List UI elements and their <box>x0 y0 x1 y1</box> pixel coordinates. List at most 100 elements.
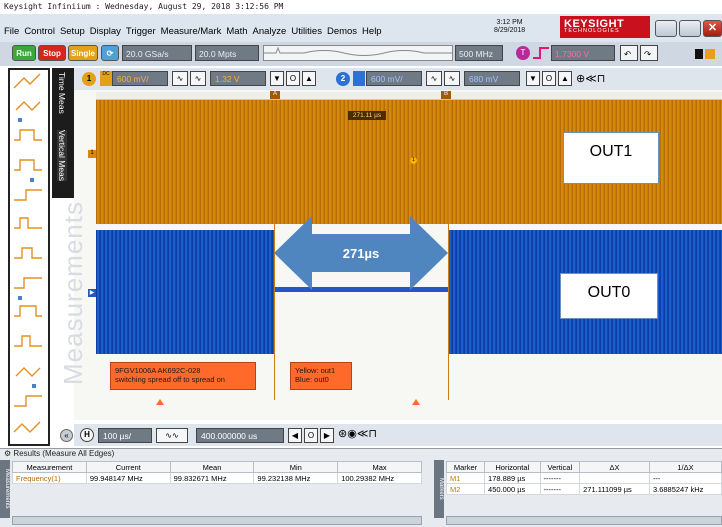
horizontal-zero-icon[interactable]: O <box>304 428 318 443</box>
out1-label: OUT1 <box>563 132 659 184</box>
column-header[interactable]: ΔX <box>579 461 650 473</box>
menu-item-file[interactable]: File <box>4 26 19 37</box>
trigger-icon[interactable]: T <box>516 46 530 60</box>
horizontal-position[interactable]: 400.000000 us <box>196 428 284 443</box>
channel1-offset[interactable]: 1.32 V <box>210 71 266 86</box>
measurement-icons[interactable] <box>10 70 48 444</box>
single-button[interactable]: Single <box>68 45 98 61</box>
channel1-zero-icon[interactable]: O <box>286 71 300 86</box>
autoscale-icon[interactable]: ⟳ <box>101 45 119 61</box>
channel1-scale[interactable]: 600 mV/ <box>112 71 168 86</box>
channel2-scale[interactable]: 600 mV/ <box>366 71 422 86</box>
table-cell <box>579 472 650 484</box>
results-title-text: Results (Measure All Edges) <box>13 449 115 458</box>
tab-vertical-meas[interactable]: Vertical Meas <box>57 130 67 182</box>
channel1-icon[interactable]: 1 <box>82 72 96 86</box>
channel2-zero-icon[interactable]: O <box>542 71 556 86</box>
channel2-icon[interactable]: 2 <box>336 72 350 86</box>
column-header[interactable]: Min <box>253 461 339 473</box>
column-header[interactable]: Horizontal <box>484 461 541 473</box>
channel2-coupling-icon[interactable] <box>353 71 365 86</box>
horizontal-left-icon[interactable]: ◀ <box>288 428 302 443</box>
channel1-coupling-icon[interactable]: DC <box>100 71 112 86</box>
markers-side-tab[interactable]: Markers <box>434 460 444 518</box>
annotation-line: switching spread off to spread on <box>115 375 225 384</box>
trigger-position-marker[interactable] <box>156 399 164 405</box>
tab-time-meas[interactable]: Time Meas <box>57 72 67 114</box>
run-button[interactable]: Run <box>12 45 36 61</box>
column-header[interactable]: Marker <box>445 461 486 473</box>
column-header[interactable]: Vertical <box>539 461 581 473</box>
column-header[interactable]: Current <box>85 461 171 473</box>
channel2-offset[interactable]: 680 mV <box>464 71 520 86</box>
table-row[interactable]: M2 450.000 µs ------- 271.111099 µs 3.688524… <box>445 483 722 495</box>
delta-arrow-label: 271µs <box>342 246 380 261</box>
collapse-icon[interactable]: « <box>60 429 73 442</box>
memory-depth-field[interactable]: 20.0 Mpts <box>195 45 259 61</box>
menu-item-math[interactable]: Math <box>226 26 247 37</box>
menu-item-analyze[interactable]: Analyze <box>253 26 287 37</box>
table-cell: M1 <box>445 472 486 484</box>
markers-scrollbar[interactable] <box>446 516 722 525</box>
horizontal-wave-icon[interactable]: ∿∿ <box>156 428 188 443</box>
trigger-level-field[interactable]: 1.7300 V <box>551 45 615 61</box>
menu-item-control[interactable]: Control <box>24 26 55 37</box>
bandwidth-field[interactable]: 500 MHz <box>455 45 503 61</box>
menu-item-trigger[interactable]: Trigger <box>126 26 156 37</box>
channel1-up-icon[interactable]: ▲ <box>302 71 316 86</box>
zoom-controls-icon[interactable]: ⊛◉≪⊓ <box>338 427 377 440</box>
reference-position-marker[interactable] <box>412 399 420 405</box>
channel2-wave-icon[interactable]: ∿ <box>426 71 442 86</box>
channel1-wave2-icon[interactable]: ∿ <box>190 71 206 86</box>
annotation-line: Yellow: out1 <box>295 366 336 375</box>
marker-b-flag[interactable]: B <box>441 91 451 99</box>
toolbar-overflow-icon[interactable] <box>694 46 718 62</box>
marker-a-flag[interactable]: A <box>270 91 280 99</box>
column-header[interactable]: Mean <box>169 461 255 473</box>
table-cell: ------- <box>539 483 581 495</box>
menu-item-utilities[interactable]: Utilities <box>291 26 322 37</box>
channel2-down-icon[interactable]: ▼ <box>526 71 540 86</box>
table-cell: 99.232138 MHz <box>253 472 339 484</box>
keysight-logo: KEYSIGHT TECHNOLOGIES <box>560 16 650 38</box>
redo-icon[interactable]: ↷ <box>640 45 658 61</box>
timebase-ruler <box>96 92 722 100</box>
sample-rate-field[interactable]: 20.0 GSa/s <box>122 45 192 61</box>
channel1-wave-icon[interactable]: ∿ <box>172 71 188 86</box>
channel2-up-icon[interactable]: ▲ <box>558 71 572 86</box>
close-button[interactable]: ✕ <box>703 20 722 37</box>
menu-item-measuremark[interactable]: Measure/Mark <box>161 26 222 37</box>
minimize-button[interactable] <box>655 20 677 37</box>
column-header[interactable]: Max <box>337 461 422 473</box>
annotation-part-number: 9FGV1006A AK692C-028 switching spread of… <box>110 362 256 390</box>
column-header[interactable]: Measurement <box>12 461 87 473</box>
table-row[interactable]: M1 178.889 µs ------- --- <box>445 472 722 484</box>
maximize-button[interactable] <box>679 20 701 37</box>
table-cell: ------- <box>539 472 581 484</box>
channel2-wave2-icon[interactable]: ∿ <box>444 71 460 86</box>
menu-item-demos[interactable]: Demos <box>327 26 357 37</box>
menu-item-help[interactable]: Help <box>362 26 382 37</box>
brand-sub: TECHNOLOGIES <box>564 28 620 34</box>
stop-button[interactable]: Stop <box>38 45 66 61</box>
watermark-measurements: Measurements <box>58 201 88 385</box>
channel1-down-icon[interactable]: ▼ <box>270 71 284 86</box>
channel1-ref-marker: 1 <box>410 157 417 164</box>
horizontal-right-icon[interactable]: ▶ <box>320 428 334 443</box>
horizontal-icon[interactable]: H <box>80 428 94 442</box>
measurements-table: Measurement Current Mean Min Max Frequency(1… <box>12 461 422 484</box>
menu-item-setup[interactable]: Setup <box>60 26 85 37</box>
add-channel-icon[interactable]: ⊕≪⊓ <box>576 72 605 85</box>
menu-item-display[interactable]: Display <box>90 26 121 37</box>
table-cell: 178.889 µs <box>484 472 541 484</box>
trigger-edge-icon[interactable] <box>532 46 550 60</box>
measurements-scrollbar[interactable] <box>12 516 422 525</box>
table-cell: 99.948147 MHz <box>85 472 171 484</box>
measurements-side-tab[interactable]: Measurements <box>0 460 10 518</box>
column-header[interactable]: 1/ΔX <box>648 461 722 473</box>
undo-icon[interactable]: ↶ <box>620 45 638 61</box>
annotation-line: Blue: out0 <box>295 375 329 384</box>
table-row[interactable]: Frequency(1) 99.948147 MHz 99.832671 MHz 99… <box>12 472 422 484</box>
horizontal-scale[interactable]: 100 µs/ <box>98 428 152 443</box>
measurement-toolbox <box>8 68 50 446</box>
